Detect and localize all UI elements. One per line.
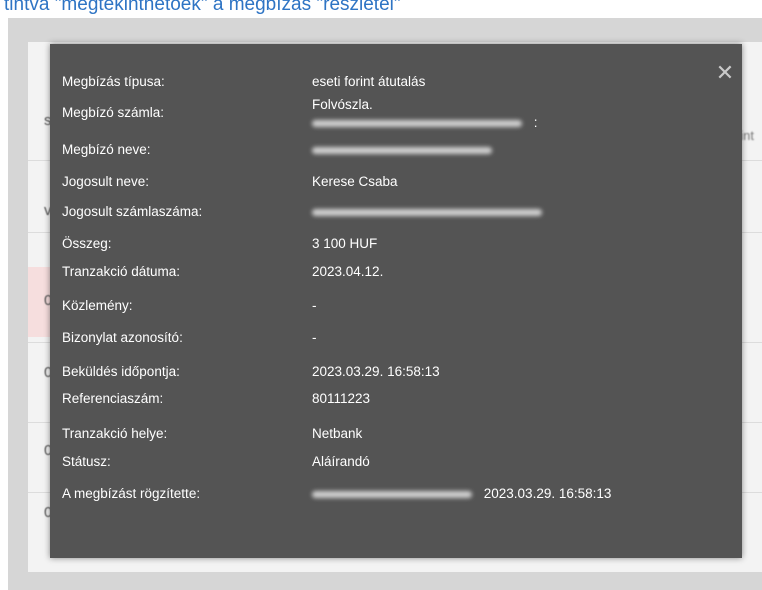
redacted-account-number bbox=[312, 119, 522, 127]
close-icon[interactable]: ✕ bbox=[712, 60, 738, 86]
detail-value: - bbox=[312, 298, 317, 313]
account-suffix: : bbox=[533, 115, 538, 130]
detail-value: 2023.03.29. 16:58:13 bbox=[483, 486, 612, 501]
detail-value: 80111223 bbox=[312, 391, 371, 406]
detail-label: Megbízó számla: bbox=[62, 105, 165, 120]
detail-value: 2023.03.29. 16:58:13 bbox=[312, 364, 440, 379]
detail-value: Kerese Csaba bbox=[312, 174, 398, 189]
detail-value: eseti forint átutalás bbox=[312, 74, 426, 89]
detail-label: Jogosult számlaszáma: bbox=[62, 204, 203, 219]
detail-label: Összeg: bbox=[62, 236, 112, 251]
detail-label: Tranzakció helye: bbox=[62, 426, 168, 441]
detail-label: Bizonylat azonosító: bbox=[62, 330, 183, 345]
redacted-beneficiary-account bbox=[312, 208, 542, 216]
detail-label: Megbízó neve: bbox=[62, 142, 151, 157]
detail-label: Jogosult neve: bbox=[62, 174, 150, 189]
detail-value: 3 100 HUF bbox=[312, 236, 378, 251]
redacted-recorder-name bbox=[312, 490, 472, 498]
detail-value: Netbank bbox=[312, 426, 363, 441]
detail-label: Közlemény: bbox=[62, 298, 133, 313]
detail-label: Referenciaszám: bbox=[62, 391, 164, 406]
detail-value: Aláírandó bbox=[312, 454, 370, 469]
detail-value: Folvószla. bbox=[312, 97, 373, 112]
detail-label: Státusz: bbox=[62, 454, 111, 469]
page-caption: tintva "megtekinthetőek" a megbízás "rés… bbox=[4, 0, 401, 15]
detail-value: 2023.04.12. bbox=[312, 264, 384, 279]
detail-label: Megbízás típusa: bbox=[62, 74, 165, 89]
detail-label: Tranzakció dátuma: bbox=[62, 264, 181, 279]
detail-label: A megbízást rögzítette: bbox=[62, 486, 201, 501]
detail-label: Beküldés időpontja: bbox=[62, 364, 180, 379]
redacted-payer-name bbox=[312, 146, 492, 154]
detail-value: - bbox=[312, 330, 317, 345]
